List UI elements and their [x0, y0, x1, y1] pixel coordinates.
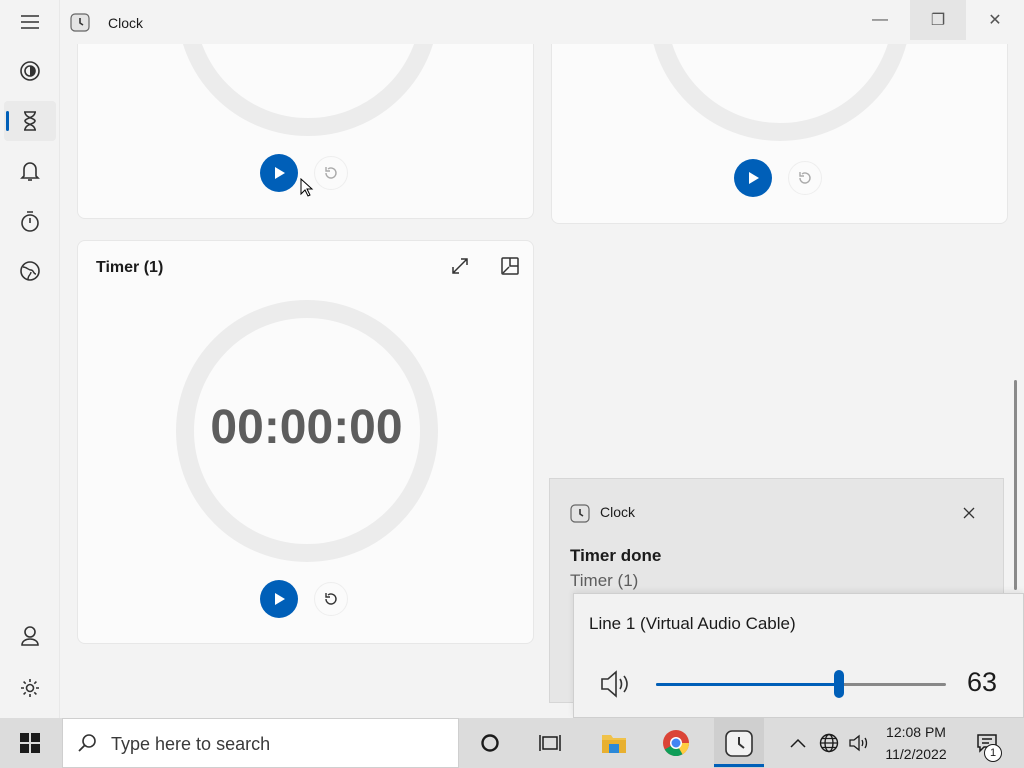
- focus-icon: [20, 61, 40, 81]
- timer-time: 00:00:00: [210, 401, 403, 454]
- volume-flyout: Line 1 (Virtual Audio Cable) 63: [573, 593, 1024, 718]
- show-hidden-icons-button[interactable]: [786, 718, 810, 768]
- file-explorer-icon: [602, 735, 626, 753]
- task-view-icon: [539, 735, 561, 751]
- search-icon: [78, 734, 96, 752]
- file-explorer-button[interactable]: [590, 718, 638, 768]
- nav-item-account[interactable]: [4, 616, 56, 656]
- maximize-button[interactable]: ❐: [910, 0, 966, 40]
- timer-display: 00:00:00: [78, 400, 533, 460]
- chevron-up-icon: [790, 738, 806, 748]
- restore-icon: ❐: [930, 12, 946, 29]
- volume-button[interactable]: [846, 718, 872, 768]
- toast-close-button[interactable]: [955, 499, 983, 527]
- taskbar-time[interactable]: 12:08 PM: [872, 724, 960, 740]
- bell-icon: [20, 162, 40, 181]
- minimize-icon: —: [872, 11, 888, 28]
- timer-card: Timer (1) 00:00:00: [77, 240, 534, 644]
- menu-button[interactable]: [4, 2, 56, 42]
- speaker-icon: [849, 734, 868, 752]
- volume-slider-fill: [656, 683, 839, 686]
- speaker-icon[interactable]: [599, 669, 633, 699]
- toast-title: Timer done: [570, 546, 662, 565]
- close-button[interactable]: ✕: [967, 0, 1023, 40]
- reset-button[interactable]: [314, 582, 348, 616]
- title-bar[interactable]: Clock — ❐ ✕: [60, 0, 1024, 44]
- clock-app-icon: [725, 730, 753, 757]
- globe-icon: [20, 261, 40, 281]
- gear-icon: [21, 679, 39, 697]
- action-center-button[interactable]: 1: [966, 718, 1008, 768]
- active-nav-indicator: [6, 111, 9, 131]
- toast-app-name: Clock: [600, 504, 636, 520]
- start-button[interactable]: [260, 154, 298, 192]
- timer-ring: [649, 44, 911, 141]
- play-icon: [275, 593, 285, 605]
- timer-ring: [177, 44, 439, 136]
- task-view-button[interactable]: [526, 718, 574, 768]
- play-icon: [275, 167, 285, 179]
- clock-app-icon: [70, 13, 90, 32]
- reset-button[interactable]: [314, 156, 348, 190]
- cortana-icon: [481, 734, 499, 752]
- keep-on-top-button[interactable]: [496, 252, 524, 280]
- expand-icon: [452, 258, 468, 274]
- person-icon: [21, 626, 39, 646]
- cortana-button[interactable]: [466, 718, 514, 768]
- nav-item-world-clock[interactable]: [4, 251, 56, 291]
- nav-item-stopwatch[interactable]: [4, 201, 56, 241]
- nav-item-timer[interactable]: [4, 101, 56, 141]
- clock-taskbar-button[interactable]: [714, 718, 764, 768]
- play-icon: [749, 172, 759, 184]
- expand-button[interactable]: [446, 252, 474, 280]
- reset-icon: [799, 172, 811, 184]
- clock-app-icon: [570, 504, 590, 523]
- nav-item-settings[interactable]: [4, 668, 56, 708]
- start-button[interactable]: [0, 718, 60, 768]
- windows-logo-icon: [20, 733, 40, 753]
- reset-icon: [325, 593, 337, 605]
- taskbar: Type here to search 12:08 PM 11/2/2022 1: [0, 718, 1024, 768]
- hourglass-icon: [24, 111, 36, 131]
- globe-icon: [819, 733, 839, 753]
- taskbar-search-box[interactable]: Type here to search: [62, 718, 459, 768]
- start-button[interactable]: [260, 580, 298, 618]
- timer-card: [551, 44, 1008, 224]
- hamburger-icon: [21, 15, 39, 29]
- stopwatch-icon: [21, 211, 39, 232]
- network-button[interactable]: [816, 718, 842, 768]
- mouse-cursor-icon: [300, 178, 314, 197]
- close-icon: ✕: [988, 12, 1002, 29]
- audio-device-name: Line 1 (Virtual Audio Cable): [589, 614, 796, 633]
- nav-item-focus-sessions[interactable]: [4, 51, 56, 91]
- notification-badge: 1: [984, 744, 1002, 762]
- taskbar-date[interactable]: 11/2/2022: [872, 746, 960, 762]
- reset-button[interactable]: [788, 161, 822, 195]
- app-title: Clock: [108, 15, 144, 31]
- chrome-button[interactable]: [652, 718, 700, 768]
- start-button[interactable]: [734, 159, 772, 197]
- volume-slider[interactable]: [656, 670, 946, 698]
- nav-item-alarm[interactable]: [4, 151, 56, 191]
- volume-value: 63: [967, 667, 998, 697]
- timer-title: Timer (1): [96, 259, 164, 276]
- chrome-icon: [663, 730, 690, 757]
- toast-body: Timer (1): [570, 571, 639, 590]
- reset-icon: [325, 167, 337, 179]
- active-app-indicator: [714, 764, 764, 767]
- navigation-rail: [0, 0, 60, 718]
- minimize-button[interactable]: —: [852, 0, 908, 40]
- scrollbar[interactable]: [1014, 380, 1017, 590]
- close-icon: [963, 507, 975, 519]
- volume-slider-thumb[interactable]: [833, 670, 844, 698]
- search-placeholder: Type here to search: [111, 734, 271, 754]
- keep-on-top-icon: [501, 257, 519, 275]
